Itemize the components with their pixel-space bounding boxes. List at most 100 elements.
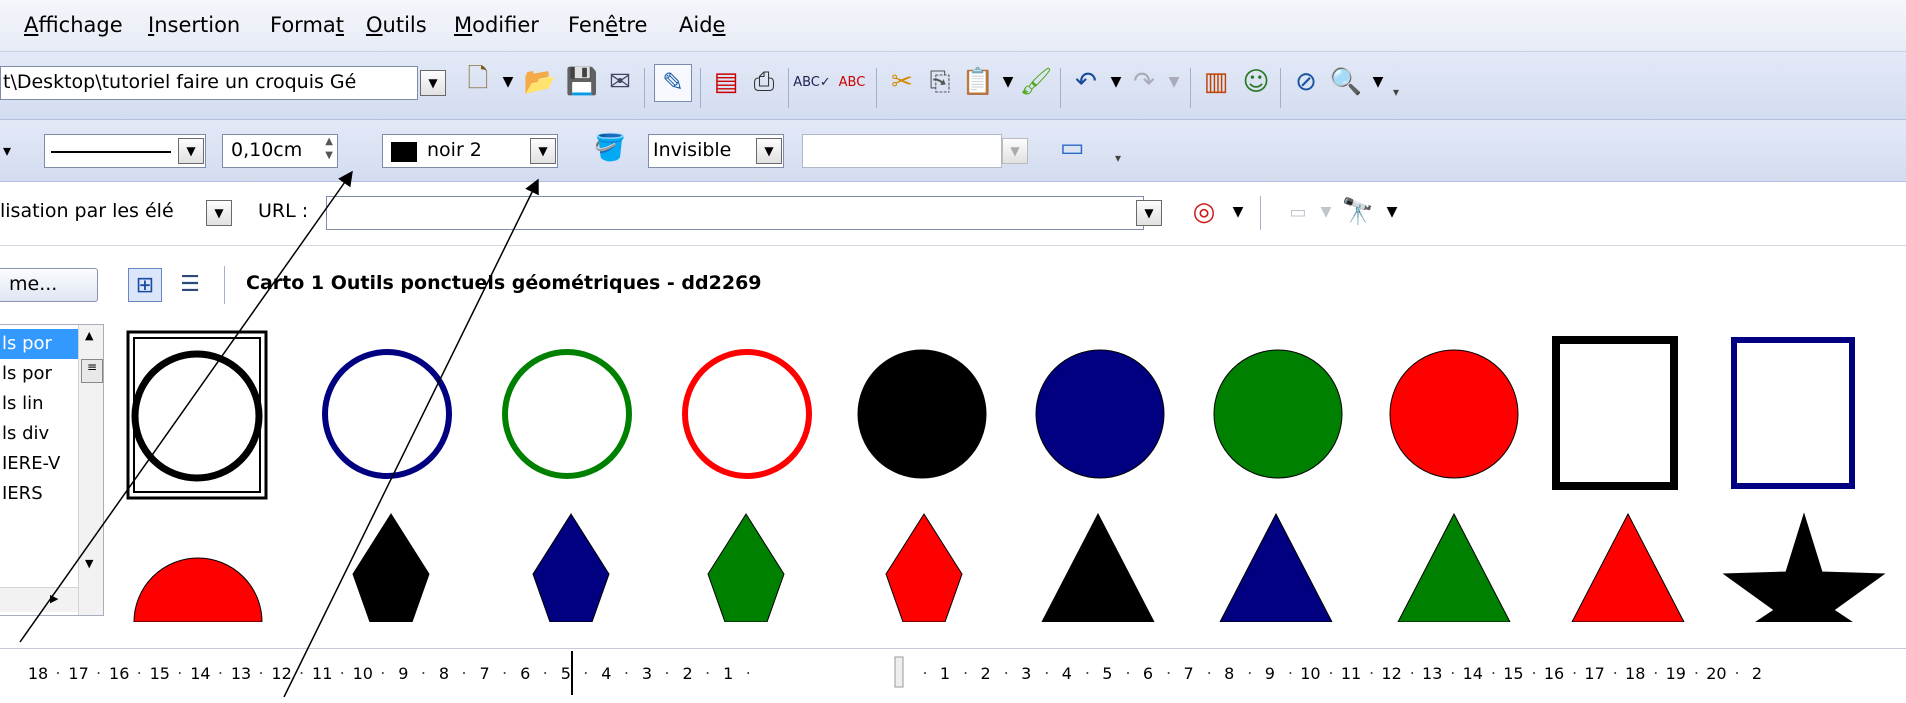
diamond-black[interactable] — [352, 513, 430, 622]
copy-icon[interactable]: ⎘ — [924, 66, 956, 98]
save-icon[interactable]: 💾 — [566, 66, 598, 98]
diamond-red[interactable] — [885, 513, 963, 622]
redo-icon[interactable]: ↷ — [1128, 66, 1160, 98]
area-fill-bucket-icon[interactable]: 🪣 — [594, 132, 626, 164]
ruler-tick-dot — [1654, 672, 1657, 674]
navigator-icon[interactable]: ⊘ — [1290, 66, 1322, 98]
diamond-blue[interactable] — [532, 513, 610, 622]
menu-affichage[interactable]: Affichage — [24, 13, 123, 37]
theme-list-item[interactable]: ls lin — [0, 389, 78, 419]
scroll-down-icon[interactable]: ▼ — [85, 557, 93, 570]
visualisation-dropdown-button[interactable]: ▼ — [206, 200, 232, 226]
triangle-red[interactable] — [1571, 512, 1685, 622]
theme-list-item[interactable]: IERE-V — [0, 449, 78, 479]
path-dropdown-button[interactable]: ▼ — [420, 70, 446, 96]
arrow-style-dropdown-icon[interactable]: ▾ — [0, 134, 14, 166]
cut-icon[interactable]: ✂ — [886, 66, 918, 98]
zoom-icon[interactable]: 🔍 — [1330, 66, 1362, 98]
triangle-green[interactable] — [1397, 512, 1511, 622]
ruler-tick-dot — [219, 672, 222, 674]
theme-list-item[interactable]: ls por — [0, 359, 78, 389]
line-style-dropdown-button[interactable]: ▼ — [178, 138, 204, 164]
circle-outline-blue[interactable] — [322, 349, 452, 479]
circle-filled-blue[interactable] — [1035, 349, 1165, 479]
export-pdf-icon[interactable]: ▤ — [710, 66, 742, 98]
circle-outline-black[interactable] — [131, 350, 263, 482]
clone-formatting-icon[interactable]: 🖌 — [1020, 66, 1053, 98]
document-path-combo[interactable]: t\Desktop\tutoriel faire un croquis Gé — [0, 66, 418, 100]
theme-list-scrollbar[interactable]: ▲ ≡ ▼ — [78, 325, 103, 615]
mail-icon[interactable]: ✉ — [604, 66, 636, 98]
line-width-value: 0,10cm — [231, 139, 303, 161]
find-dropdown-icon[interactable]: ▼ — [1376, 196, 1408, 228]
menu-fentre[interactable]: Fenêtre — [568, 13, 647, 37]
url-dropdown-button[interactable]: ▼ — [1136, 200, 1162, 226]
circle-outline-green[interactable] — [502, 349, 632, 479]
circle-filled-black[interactable] — [857, 349, 987, 479]
spin-up-icon[interactable]: ▲ — [325, 136, 333, 147]
menu-insertion[interactable]: Insertion — [148, 13, 240, 37]
shadow-dropdown-button[interactable]: ▼ — [756, 138, 782, 164]
new-document-icon[interactable]: 🗋 — [462, 64, 494, 98]
ruler-tick-label: 7 — [480, 664, 490, 683]
star-black[interactable] — [1722, 512, 1886, 622]
triangle-blue[interactable] — [1219, 512, 1333, 622]
scroll-thumb[interactable]: ≡ — [81, 359, 103, 383]
icon-view-icon[interactable]: ⊞ — [128, 268, 162, 302]
chart-icon[interactable]: ▥ — [1200, 66, 1232, 98]
circle-filled-green[interactable] — [1213, 349, 1343, 479]
line-color-dropdown-button[interactable]: ▼ — [530, 138, 556, 164]
visualisation-combo[interactable]: lisation par les élé — [0, 196, 202, 230]
theme-list-item[interactable]: ls por — [0, 329, 78, 359]
theme-button[interactable]: me... — [0, 268, 98, 302]
triangle-black[interactable] — [1041, 512, 1155, 622]
ruler-tick-label: 17 — [1584, 664, 1604, 683]
target-dropdown-icon[interactable]: ▼ — [1222, 196, 1254, 228]
toolbar-handle-icon[interactable]: ▾ — [1112, 148, 1124, 168]
theme-list-hscroll[interactable]: ▶ — [0, 587, 78, 612]
line-width-field[interactable]: 0,10cm ▲ ▼ — [222, 134, 338, 168]
theme-list[interactable]: ls por ls por ls lin ls div IERE-V IERS ▲ ≡ ▼… — [0, 324, 104, 616]
half-circle-red[interactable] — [133, 557, 263, 622]
scroll-up-icon[interactable]: ▲ — [85, 329, 93, 342]
menu-format[interactable]: Format — [270, 13, 344, 37]
spellcheck-icon[interactable]: ABC✓ — [793, 66, 831, 98]
theme-list-item[interactable]: ls div — [0, 419, 78, 449]
hyperlink-dropdown-icon[interactable]: ▼ — [1310, 196, 1342, 228]
detail-view-icon[interactable]: ☰ — [174, 268, 206, 300]
target-icon[interactable]: ◎ — [1188, 196, 1220, 228]
area-style-combo[interactable] — [802, 134, 1002, 168]
square-outline-black[interactable] — [1552, 336, 1678, 490]
horizontal-ruler[interactable]: 18 17 16 15 14 13 12 11 10 9 8 7 6 5 4 3 2 1 1 2 3 4 5 6 7 8 9 10 11… — [0, 648, 1906, 698]
print-icon[interactable]: ⎙ — [748, 66, 780, 98]
area-style-dropdown-button[interactable]: ▼ — [1002, 138, 1028, 164]
circle-outline-red[interactable] — [682, 349, 812, 479]
spin-down-icon[interactable]: ▼ — [325, 150, 333, 161]
new-dropdown-icon[interactable]: ▼ — [492, 66, 524, 98]
hyperlink-toolbar: lisation par les élé ▼ URL : ▼ ◎ ▼ ▭ ▼ 🔭… — [0, 182, 1906, 246]
theme-list-item[interactable]: IERS — [0, 479, 78, 509]
toolbar-separator — [876, 68, 877, 108]
shadow-toggle-icon[interactable]: ▭ — [1056, 132, 1088, 164]
edit-mode-icon[interactable]: ✎ — [654, 64, 692, 102]
ruler-tick-dot — [1208, 672, 1211, 674]
scroll-right-icon[interactable]: ▶ — [50, 592, 58, 605]
open-folder-icon[interactable]: 📂 — [524, 66, 556, 98]
square-outline-blue[interactable] — [1731, 337, 1855, 489]
gallery-icon[interactable]: ☺ — [1240, 66, 1272, 98]
ruler-tick-dot — [1330, 672, 1332, 674]
toolbar-separator — [1190, 68, 1191, 108]
menu-outils[interactable]: Outils — [366, 13, 427, 37]
undo-icon[interactable]: ↶ — [1070, 66, 1102, 98]
redo-dropdown-icon[interactable]: ▼ — [1158, 66, 1190, 98]
circle-filled-red[interactable] — [1389, 349, 1519, 479]
paste-icon[interactable]: 📋 — [962, 66, 994, 98]
toolbar-handle-icon[interactable]: ▾ — [1390, 82, 1402, 102]
menu-modifier[interactable]: Modifier — [454, 13, 539, 37]
url-input[interactable] — [326, 196, 1144, 230]
diamond-green[interactable] — [707, 513, 785, 622]
find-binoculars-icon[interactable]: 🔭 — [1342, 196, 1374, 228]
ruler-tick-label: 12 — [271, 664, 291, 683]
autospellcheck-icon[interactable]: ABC — [836, 66, 868, 98]
menu-aide[interactable]: Aide — [679, 13, 725, 37]
